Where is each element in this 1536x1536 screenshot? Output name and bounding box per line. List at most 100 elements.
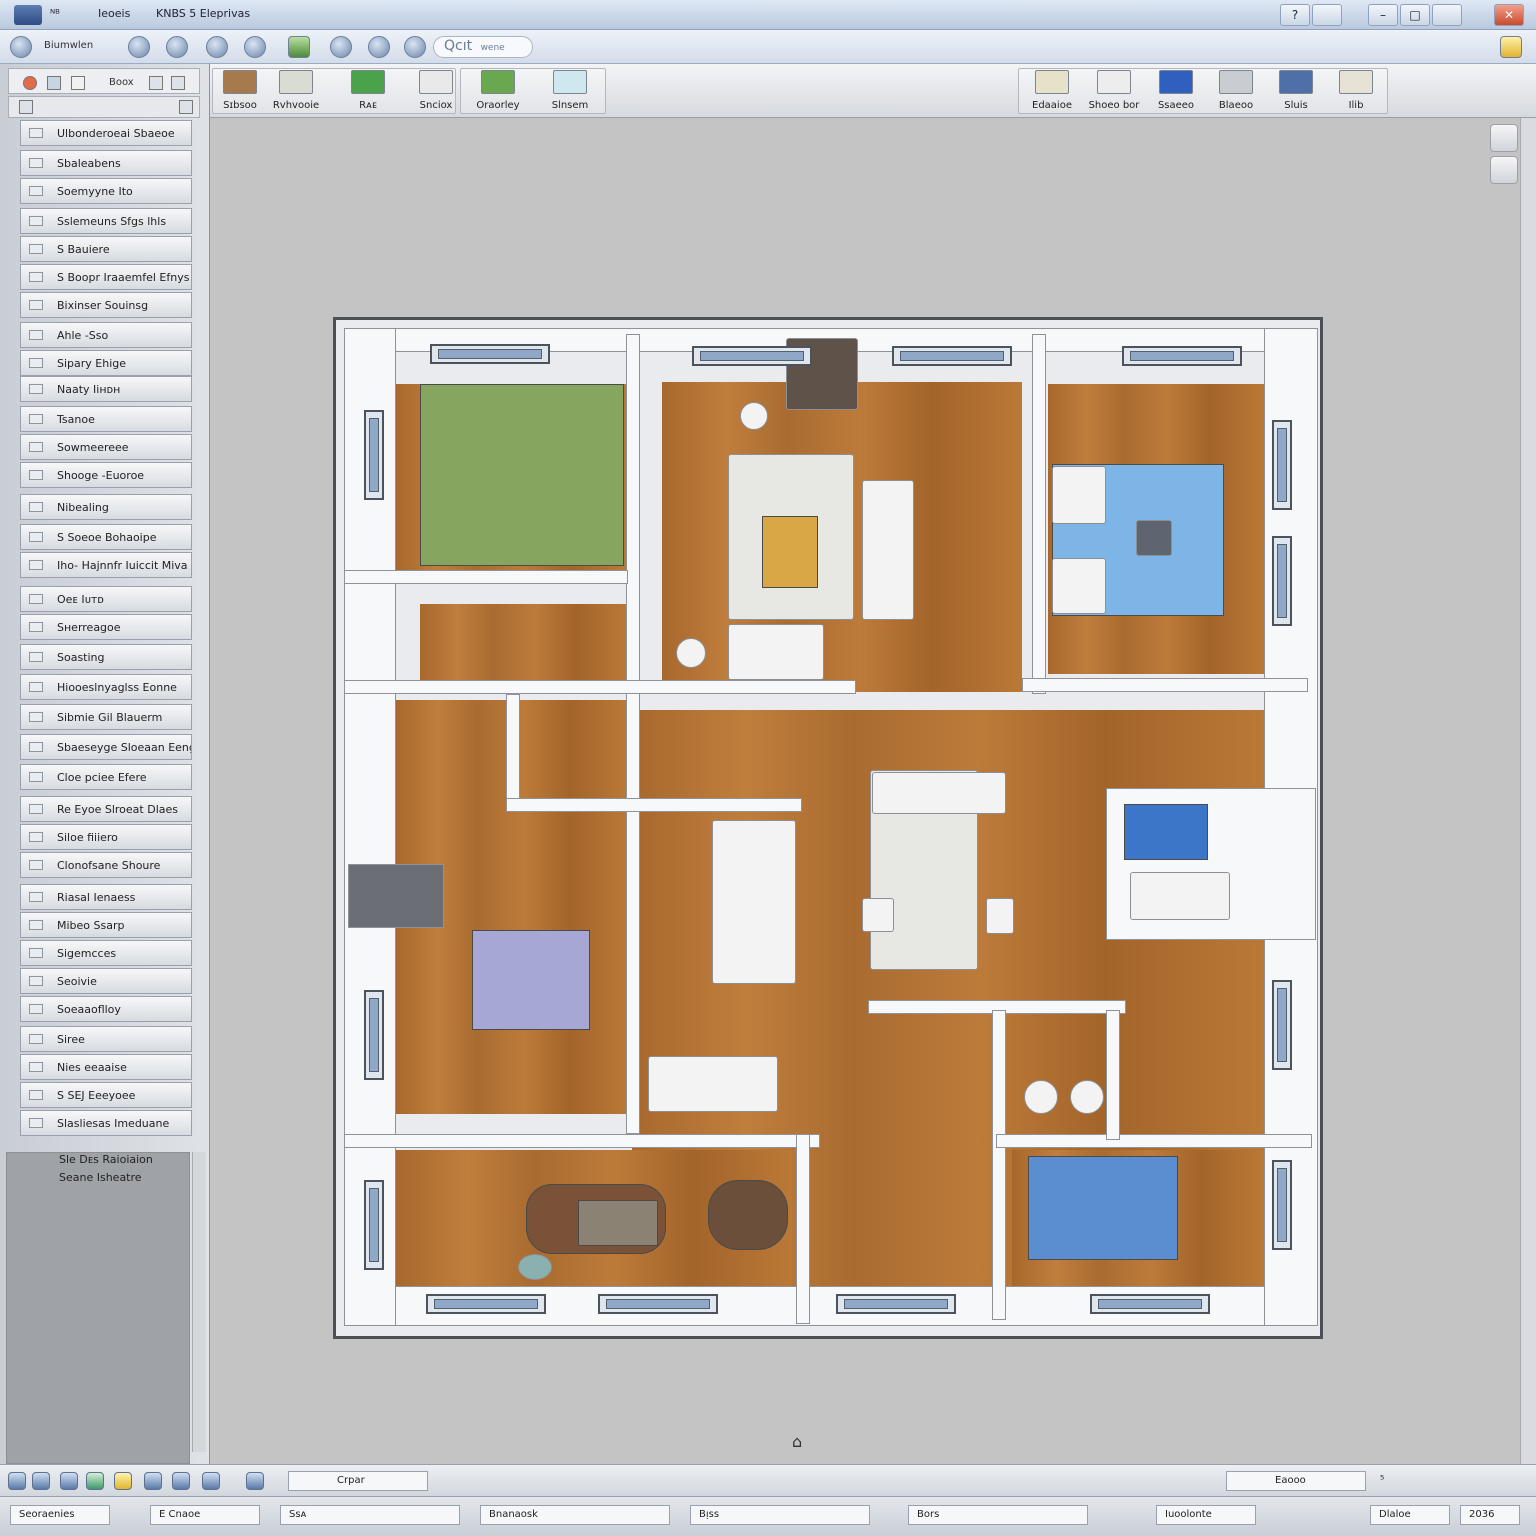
pin-icon[interactable] xyxy=(330,36,352,58)
help-button[interactable]: ? xyxy=(1280,4,1310,26)
info-icon[interactable] xyxy=(32,1472,50,1490)
library-item[interactable]: Clonofsane Shoure xyxy=(20,852,192,878)
undo-icon[interactable] xyxy=(128,36,150,58)
library-item[interactable]: S SEJ Eeeyoee xyxy=(20,1082,192,1108)
redo-icon[interactable] xyxy=(166,36,188,58)
ribbon-button[interactable]: Ssaeeo xyxy=(1146,70,1206,114)
restore-icon[interactable] xyxy=(1312,4,1342,26)
library-item[interactable]: Re Eyoe Slroeat Dlaes xyxy=(20,796,192,822)
forward-icon[interactable] xyxy=(179,100,193,114)
ribbon-button[interactable]: Ilib xyxy=(1326,70,1386,114)
settings-icon[interactable] xyxy=(404,36,426,58)
status-field[interactable]: E Cnaoe xyxy=(150,1505,260,1525)
ribbon-button[interactable]: Sɪbsoo xyxy=(210,70,270,114)
close-button[interactable]: ✕ xyxy=(1494,4,1524,26)
library-item[interactable]: Ulbonderoeai Sbaeoe xyxy=(20,120,192,146)
maximize-button[interactable]: □ xyxy=(1400,4,1430,26)
filter-icon[interactable] xyxy=(47,76,61,90)
grid-icon[interactable] xyxy=(202,1472,220,1490)
library-item[interactable]: S Bauiere xyxy=(20,236,192,262)
tools-icon[interactable] xyxy=(368,36,390,58)
library-item[interactable]: Iho- Hajnnfr Iuiccit Miva xyxy=(20,552,192,578)
status-field[interactable]: Dlaloe xyxy=(1370,1505,1450,1525)
grid-icon[interactable] xyxy=(171,76,185,90)
copy-icon[interactable] xyxy=(149,76,163,90)
view-icon[interactable] xyxy=(172,1472,190,1490)
camera-icon[interactable] xyxy=(144,1472,162,1490)
layers-icon[interactable] xyxy=(60,1472,78,1490)
color-icon[interactable] xyxy=(23,76,37,90)
library-item[interactable]: S Boopr Iraaemfel Efnys xyxy=(20,264,192,290)
search-input[interactable]: Qcıt wene xyxy=(433,36,533,58)
library-item[interactable]: Slasliesas Imeduane xyxy=(20,1110,192,1136)
save-icon[interactable] xyxy=(288,36,310,58)
library-item[interactable]: Oeᴇ Iᴜᴛᴅ xyxy=(20,586,192,612)
sun-icon[interactable] xyxy=(246,1472,264,1490)
app-icon[interactable] xyxy=(14,5,42,25)
library-item[interactable]: Sʜerreagoe xyxy=(20,614,192,640)
ribbon-toggle-icon[interactable] xyxy=(1432,4,1462,26)
library-item[interactable]: Hiooeslnyaglss Eonne xyxy=(20,674,192,700)
folder-icon[interactable] xyxy=(114,1472,132,1490)
item-icon xyxy=(29,358,43,368)
folder-icon[interactable] xyxy=(1500,36,1522,58)
arrow-icon[interactable] xyxy=(71,76,85,90)
library-item[interactable]: Sowmeereee xyxy=(20,434,192,460)
library-item[interactable]: Sbaleabens xyxy=(20,150,192,176)
user-icon[interactable] xyxy=(244,36,266,58)
status-field[interactable]: Ssᴀ xyxy=(280,1505,460,1525)
library-item[interactable]: Siloe fiiiero xyxy=(20,824,192,850)
library-item[interactable]: Soeaaoflloy xyxy=(20,996,192,1022)
library-item[interactable]: Bixinser Souinsg xyxy=(20,292,192,318)
ribbon-button[interactable]: Slnsem xyxy=(540,70,600,114)
library-item[interactable]: Tsanoe xyxy=(20,406,192,432)
library-item[interactable]: Sslemeuns Sfgs lhls xyxy=(20,208,192,234)
status-field[interactable]: Seoraenies xyxy=(10,1505,110,1525)
ribbon-button[interactable]: Snciox xyxy=(406,70,466,114)
library-item[interactable]: Sigemcces xyxy=(20,940,192,966)
library-item[interactable]: Siree xyxy=(20,1026,192,1052)
level-dropdown[interactable]: Crpar xyxy=(288,1471,428,1491)
ribbon-button[interactable]: Blaeoo xyxy=(1206,70,1266,114)
library-item[interactable]: Sipary Ehige xyxy=(20,350,192,376)
library-item[interactable]: Mibeo Ssarp xyxy=(20,912,192,938)
orbit-icon[interactable] xyxy=(1490,124,1518,152)
ribbon-button[interactable]: Shoeo bor xyxy=(1084,70,1144,114)
vertical-scrollbar[interactable] xyxy=(1520,118,1536,1464)
ribbon-button[interactable]: Oraorley xyxy=(468,70,528,114)
library-item[interactable]: Riasal Ienaess xyxy=(20,884,192,910)
round-table xyxy=(708,1180,788,1250)
library-item[interactable]: Soemyyne Ito xyxy=(20,178,192,204)
zoom-field[interactable]: Eaooo xyxy=(1226,1471,1366,1491)
library-item[interactable]: Naaty Iiʜᴅʜ xyxy=(20,376,192,402)
print-icon[interactable] xyxy=(206,36,228,58)
ribbon-button[interactable]: Edaaioe xyxy=(1022,70,1082,114)
ribbon-button[interactable]: Rvhvooie xyxy=(266,70,326,114)
library-item[interactable]: Seoivie xyxy=(20,968,192,994)
home-icon[interactable] xyxy=(8,1472,26,1490)
library-item[interactable]: Nies eeaaise xyxy=(20,1054,192,1080)
globe-icon[interactable] xyxy=(10,36,32,58)
pan-icon[interactable] xyxy=(1490,156,1518,184)
minimize-button[interactable]: – xyxy=(1368,4,1398,26)
status-field[interactable]: Bors xyxy=(908,1505,1088,1525)
status-field[interactable]: Iuoolonte xyxy=(1156,1505,1256,1525)
ribbon-button[interactable]: Rᴀᴇ xyxy=(338,70,398,114)
status-field[interactable]: Bᴉss xyxy=(690,1505,870,1525)
status-field[interactable]: Bnanaosk xyxy=(480,1505,670,1525)
library-item[interactable]: Nibealing xyxy=(20,494,192,520)
library-item[interactable]: Soasting xyxy=(20,644,192,670)
back-icon[interactable] xyxy=(19,100,33,114)
panel-scrollbar[interactable] xyxy=(192,1152,206,1452)
ribbon-button[interactable]: Sluis xyxy=(1266,70,1326,114)
globe-icon[interactable] xyxy=(86,1472,104,1490)
library-item[interactable]: Sibmie Gil Blauerm xyxy=(20,704,192,730)
library-item[interactable]: Shooge -Euoroe xyxy=(20,462,192,488)
zoom-arrow[interactable]: ⁵ xyxy=(1380,1473,1384,1486)
library-item[interactable]: Ahle -Sso xyxy=(20,322,192,348)
status-field[interactable]: 2036 xyxy=(1460,1505,1520,1525)
library-item[interactable]: Cloe pciee Efere xyxy=(20,764,192,790)
library-item[interactable]: Sbaeseyge Sloeaan Eeng xyxy=(20,734,192,760)
floor-plan[interactable] xyxy=(333,317,1323,1339)
library-item[interactable]: S Soeoe Bohaoipe xyxy=(20,524,192,550)
